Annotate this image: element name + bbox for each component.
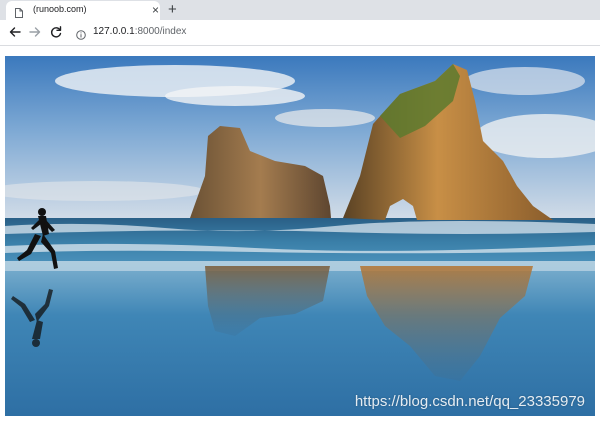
page-image: https://blog.csdn.net/qq_23335979 [5, 56, 595, 416]
info-icon[interactable] [76, 27, 86, 40]
back-arrow-icon[interactable] [8, 25, 22, 39]
watermark-text: https://blog.csdn.net/qq_23335979 [354, 393, 585, 410]
landscape-photo [5, 56, 595, 416]
close-tab-icon[interactable]: × [152, 3, 159, 17]
tab-strip: (runoob.com) × + [0, 0, 600, 20]
forward-arrow-icon[interactable] [28, 25, 42, 39]
url-host: 127.0.0.1 [93, 26, 135, 37]
document-icon [15, 5, 23, 18]
address-bar[interactable]: 127.0.0.1:8000/index [72, 23, 600, 42]
url-path: :8000/index [134, 26, 187, 37]
tab-title: (runoob.com) [33, 4, 87, 14]
reload-icon[interactable] [49, 25, 63, 39]
new-tab-button[interactable]: + [168, 1, 177, 18]
tab-runoob[interactable]: (runoob.com) × [6, 1, 160, 20]
url-text[interactable]: 127.0.0.1:8000/index [93, 26, 186, 38]
browser-toolbar: 127.0.0.1:8000/index [0, 20, 600, 46]
